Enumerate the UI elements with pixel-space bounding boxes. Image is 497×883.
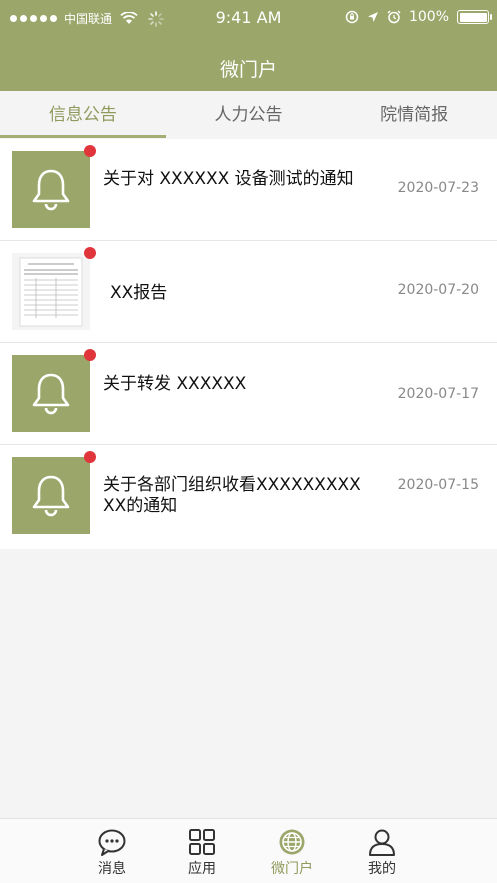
tabbar-item-messages[interactable]: 消息 <box>67 819 157 883</box>
tabbar-label: 微门户 <box>271 861 313 877</box>
bell-icon <box>32 169 70 210</box>
category-tabs: 信息公告 人力公告 院情简报 <box>0 91 497 139</box>
item-thumbnail <box>12 457 90 534</box>
status-bar: 中国联通 9:41 AM 100% <box>0 0 497 36</box>
item-date: 2020-07-23 <box>397 180 479 196</box>
tabbar-item-profile[interactable]: 我的 <box>337 819 427 883</box>
item-title: 关于对 XXXXXX 设备测试的通知 <box>103 169 354 189</box>
item-thumbnail <box>12 151 90 228</box>
list-item[interactable]: 关于转发 XXXXXX 2020-07-17 <box>0 343 497 445</box>
orientation-lock-icon <box>345 10 359 24</box>
chat-bubble-icon <box>98 829 126 856</box>
tabbar-item-portal[interactable]: 微门户 <box>247 819 337 883</box>
list-item[interactable]: XX报告 2020-07-20 <box>0 241 497 343</box>
globe-icon <box>279 829 305 855</box>
item-date: 2020-07-15 <box>397 477 479 493</box>
person-icon <box>369 829 395 856</box>
tabbar-label: 消息 <box>98 861 126 877</box>
unread-badge <box>84 145 96 157</box>
location-icon <box>367 12 378 22</box>
tabbar-label: 我的 <box>368 861 396 877</box>
unread-badge <box>84 451 96 463</box>
battery-icon <box>457 10 492 24</box>
item-thumbnail <box>12 355 90 432</box>
tab-institute-briefing[interactable]: 院情简报 <box>331 91 497 139</box>
tab-hr-announcements[interactable]: 人力公告 <box>166 91 332 139</box>
item-title: 关于转发 XXXXXX <box>103 374 247 394</box>
unread-badge <box>84 349 96 361</box>
tabbar-item-apps[interactable]: 应用 <box>157 819 247 883</box>
bottom-tab-bar: 消息 应用 微门户 我的 <box>0 818 497 883</box>
item-title: 关于各部门组织收看XXXXXXXXXXX的通知 <box>103 475 361 516</box>
unread-badge <box>84 247 96 259</box>
tab-info-announcements[interactable]: 信息公告 <box>0 91 166 139</box>
document-preview-icon <box>19 257 83 326</box>
announcement-list: 关于对 XXXXXX 设备测试的通知 2020-07-23 XX报告 2020-… <box>0 139 497 549</box>
page-title: 微门户 <box>219 59 277 81</box>
bell-icon <box>32 475 70 516</box>
item-date: 2020-07-17 <box>397 386 479 402</box>
list-item[interactable]: 关于各部门组织收看XXXXXXXXXXX的通知 2020-07-15 <box>0 445 497 549</box>
list-item[interactable]: 关于对 XXXXXX 设备测试的通知 2020-07-23 <box>0 139 497 241</box>
battery-percent: 100% <box>408 9 449 25</box>
item-title: XX报告 <box>110 283 168 303</box>
item-date: 2020-07-20 <box>397 282 479 298</box>
tabbar-label: 应用 <box>188 861 216 877</box>
bell-icon <box>32 373 70 414</box>
grid-icon <box>189 829 215 855</box>
alarm-icon <box>387 10 401 24</box>
header: 中国联通 9:41 AM 100% 微门户 <box>0 0 497 91</box>
document-thumbnail <box>12 253 90 330</box>
